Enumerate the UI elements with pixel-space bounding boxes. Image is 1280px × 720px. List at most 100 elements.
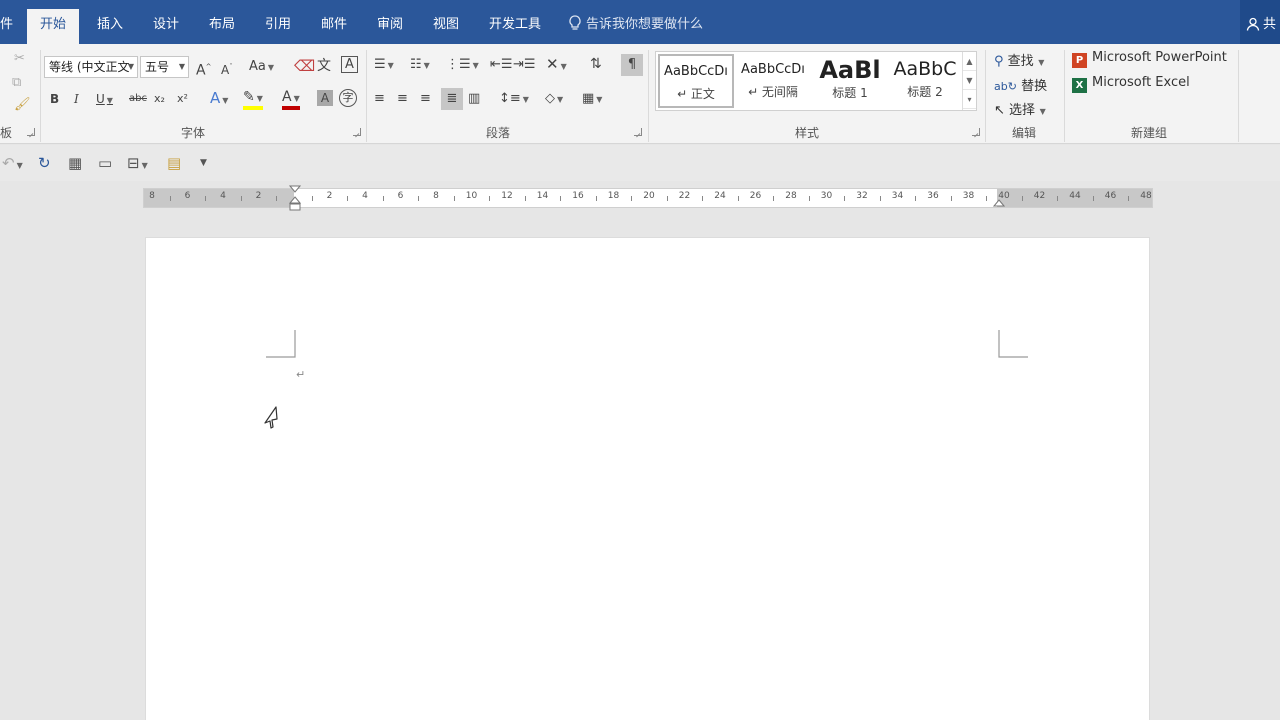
layout-icon[interactable]: ⊟ ▼ [127,154,148,175]
style-no-spacing[interactable]: AaBbCcDı ↵ 无间隔 [735,54,811,108]
tab-design[interactable]: 设计 [153,0,179,44]
powerpoint-button[interactable]: P Microsoft PowerPoint [1072,50,1227,68]
multilevel-list-icon[interactable]: ⋮☰ ▼ [446,56,479,75]
grow-font-icon[interactable]: A^ [196,58,211,80]
indent-marker-icon[interactable] [289,185,301,213]
gallery-down-icon[interactable]: ▼ [963,71,976,90]
align-right-icon[interactable]: ≡ [420,90,431,108]
select-button[interactable]: ↖ 选择 ▼ [994,99,1046,118]
group-divider [1238,50,1239,142]
bullets-icon[interactable]: ☰ ▼ [374,56,394,75]
tell-me-text: 告诉我你想要做什么 [586,17,704,32]
tab-view[interactable]: 视图 [433,0,459,44]
tell-me-search[interactable]: 告诉我你想要做什么 [568,0,703,44]
format-painter-icon[interactable]: 🖌 [14,96,31,114]
paragraph-launcher-icon[interactable] [634,128,642,136]
ruler-number: 22 [678,191,691,201]
crop-mark-top-left [266,330,296,358]
char-shading-glyph: A [320,91,330,105]
ruler-tick [595,196,597,201]
char-border-icon[interactable]: A [341,56,358,73]
increase-indent-icon[interactable]: ⇥☰ [513,56,536,74]
ruler-tick [737,196,739,201]
gallery-more-icon[interactable]: ▾ [963,90,976,109]
styles-launcher-icon[interactable] [972,128,980,136]
style-heading-2[interactable]: AaBbC 标题 2 [887,54,963,108]
clear-format-icon[interactable]: ⌫ [294,57,315,75]
bold-icon[interactable]: B [50,90,59,108]
align-center-icon[interactable]: ≡ [397,90,408,108]
line-spacing-icon[interactable]: ↕≡ ▼ [499,90,529,109]
find-button[interactable]: ⚲ 查找 ▼ [994,50,1044,69]
text-effects-glyph: A [210,89,221,107]
style-name: 标题 2 [907,85,943,99]
numbering-icon[interactable]: ☷ ▼ [410,56,430,75]
distributed-icon[interactable]: ▥ [468,90,480,108]
shading-icon[interactable]: ◇ ▼ [545,90,563,109]
tab-file[interactable]: 件 [0,0,13,44]
copy-icon[interactable]: ⧉ [12,74,21,92]
show-marks-icon[interactable]: ¶ [621,54,643,76]
user-icon [1246,17,1260,31]
font-name-combo[interactable]: 等线 (中文正文 ▼ [44,56,138,78]
ruler-tick [489,196,491,201]
enclose-char-icon[interactable]: 字 [339,89,357,107]
align-left-icon[interactable]: ≡ [374,90,385,108]
tab-layout[interactable]: 布局 [209,0,235,44]
quick-access-toolbar: ↶ ▼ ↻ ▦ ▭ ⊟ ▼ ▤ ▼ [0,145,1280,181]
decrease-indent-icon[interactable]: ⇤☰ [490,56,513,74]
borders-icon[interactable]: ▦ ▼ [582,90,602,109]
shrink-font-icon[interactable]: Aˇ [221,58,233,79]
font-color-icon[interactable]: A ▼ [282,88,300,110]
tab-developer[interactable]: 开发工具 [489,0,541,44]
ruler-tick [986,196,988,201]
italic-icon[interactable]: I [74,90,79,108]
ruler-number: 38 [962,191,975,201]
tab-home[interactable]: 开始 [27,9,80,44]
text-effects-icon[interactable]: A ▼ [210,89,228,110]
ruler-number: 16 [572,191,584,201]
style-sample: AaBl [819,56,881,84]
bold-glyph: B [50,92,60,106]
share-button[interactable]: 共 [1240,0,1280,44]
style-normal[interactable]: AaBbCcDı ↵ 正文 [658,54,734,108]
replace-button[interactable]: ab↻ 替换 [994,75,1047,94]
tab-references[interactable]: 引用 [265,0,291,44]
ruler-number: 36 [927,191,939,201]
share-label: 共 [1263,17,1277,32]
styles-gallery: AaBbCcDı ↵ 正文 AaBbCcDı ↵ 无间隔 AaBl 标题 1 A… [655,51,977,111]
phonetic-guide-icon[interactable]: 文 [317,57,331,75]
tab-insert[interactable]: 插入 [97,0,123,44]
textbox-icon[interactable]: ▭ [98,154,112,172]
superscript-glyph: x² [177,92,188,105]
redo-icon[interactable]: ↻ [38,154,51,172]
undo-icon[interactable]: ↶ ▼ [2,154,23,175]
clipboard-launcher-icon[interactable] [27,128,35,136]
customize-qat-icon[interactable]: ▼ [200,154,207,172]
sort-icon[interactable]: ⇅ [590,55,602,73]
highlight-icon[interactable]: ✎ ▼ [243,88,263,110]
ruler-tick [631,196,633,201]
char-shading-icon[interactable]: A [317,90,333,106]
excel-button[interactable]: X Microsoft Excel [1072,75,1190,93]
change-case-icon[interactable]: Aa ▼ [249,58,274,77]
justify-icon[interactable]: ≣ [441,88,463,110]
style-heading-1[interactable]: AaBl 标题 1 [812,54,888,108]
subscript-icon[interactable]: x₂ [154,90,165,108]
replace-icon: ab↻ [994,80,1017,93]
superscript-icon[interactable]: x² [177,90,188,108]
chinese-layout-icon[interactable]: ✕ ▼ [546,55,567,76]
strikethrough-icon[interactable]: abc [129,90,147,108]
document-icon[interactable]: ▤ [167,154,181,172]
tab-mailings[interactable]: 邮件 [321,0,347,44]
style-sample: AaBbCcDı [664,64,728,79]
cut-icon[interactable]: ✂ [14,50,25,68]
underline-icon[interactable]: U ▼ [96,90,113,110]
font-launcher-icon[interactable] [353,128,361,136]
table-icon[interactable]: ▦ [68,154,82,172]
gallery-up-icon[interactable]: ▲ [963,52,976,71]
horizontal-ruler[interactable]: 8 6 4 2 2 4 6 8 10 12 14 16 18 20 22 24 26 28 30 32 34 36 38 40… [143,185,1153,211]
document-page[interactable]: ↵ [145,237,1150,720]
tab-review[interactable]: 审阅 [377,0,403,44]
font-size-combo[interactable]: 五号 ▼ [140,56,189,78]
